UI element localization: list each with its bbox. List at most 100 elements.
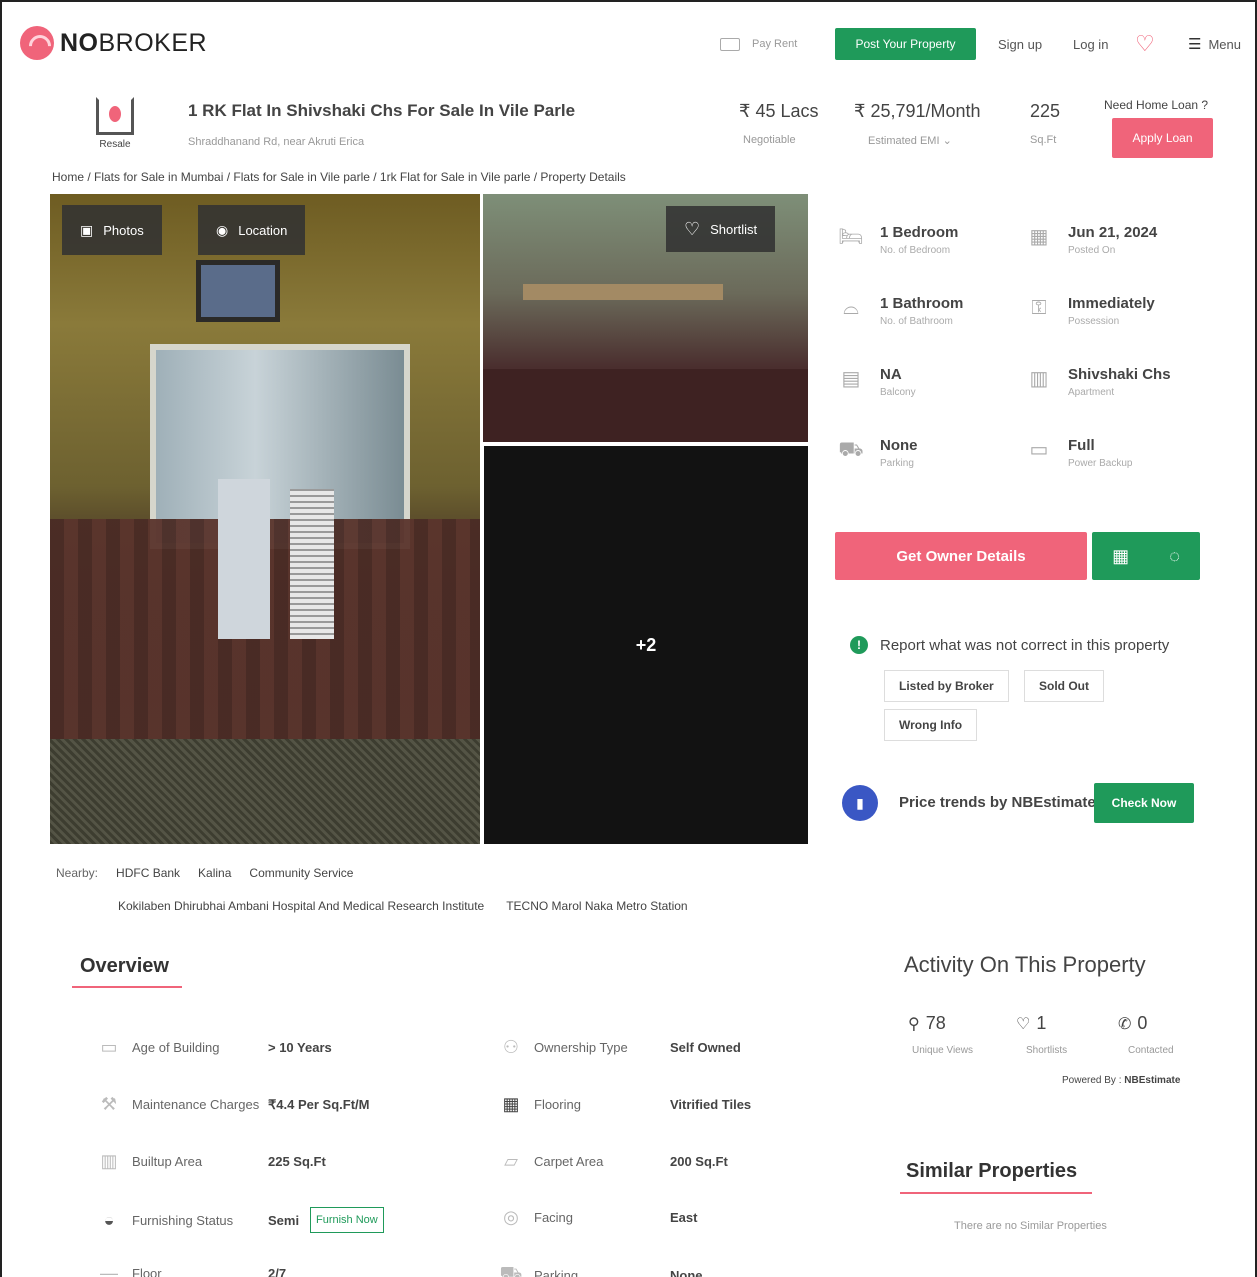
nearby-place[interactable]: Community Service xyxy=(249,866,353,880)
emi-dropdown[interactable]: Estimated EMI ⌄ xyxy=(868,134,952,147)
nearby-place[interactable]: Kokilaben Dhirubhai Ambani Hospital And … xyxy=(118,899,484,913)
spec-parking-label: Parking xyxy=(880,458,914,469)
spec-apartment-label: Apartment xyxy=(1068,387,1115,398)
compass-icon: ◉ xyxy=(216,221,229,238)
calendar-schedule-icon[interactable]: ▦ xyxy=(1112,546,1129,567)
carpet-icon: ▱ xyxy=(504,1151,518,1171)
spec-balcony-value: NA xyxy=(880,366,902,383)
spec-apartment: ▥ Shivshaki Chs Apartment xyxy=(1026,366,1171,398)
report-tag-wrong-info[interactable]: Wrong Info xyxy=(884,709,978,741)
car-icon: ⛟ xyxy=(838,439,864,461)
shortlist-button[interactable]: ♡ Shortlist xyxy=(666,206,776,252)
more-photos-count: +2 xyxy=(635,634,657,655)
overview-row-carpet: ▱ Carpet Area 200 Sq.Ft xyxy=(496,1151,728,1172)
heart-icon: ♡ xyxy=(684,218,701,239)
spec-possession-value: Immediately xyxy=(1068,295,1155,312)
nearby-place[interactable]: HDFC Bank xyxy=(116,866,180,880)
car-icon: ⛟ xyxy=(499,1263,523,1277)
emi-note: Estimated EMI xyxy=(868,135,940,147)
shortlist-heart-icon[interactable]: ♡ xyxy=(1135,28,1155,60)
floor-icon: — xyxy=(100,1263,118,1277)
nearby-place[interactable]: TECNO Marol Naka Metro Station xyxy=(506,899,687,913)
overview-row-maintenance: ⚒ Maintenance Charges ₹4.4 Per Sq.Ft/M xyxy=(94,1094,370,1115)
main-property-photo[interactable] xyxy=(50,194,480,844)
area-note: Sq.Ft xyxy=(1030,134,1057,146)
overview-value: Semi xyxy=(268,1212,300,1228)
spec-bedroom-label: No. of Bedroom xyxy=(880,245,951,256)
activity-shortlists: ♡ 1 xyxy=(1016,1013,1046,1034)
get-owner-details-button[interactable]: Get Owner Details xyxy=(835,532,1087,580)
overview-value: 200 Sq.Ft xyxy=(670,1154,728,1169)
overview-label: Maintenance Charges xyxy=(132,1097,260,1112)
overview-row-floor: — Floor 2/7 xyxy=(94,1263,286,1277)
kitchen-shelf xyxy=(523,284,723,300)
battery-icon: ▭ xyxy=(1029,439,1049,461)
spec-power-label: Power Backup xyxy=(1068,458,1133,469)
contacted-label: Contacted xyxy=(1128,1045,1174,1056)
report-tag-listed-by-broker[interactable]: Listed by Broker xyxy=(884,670,1009,702)
contacted-count: 0 xyxy=(1137,1013,1148,1033)
price-value: ₹ 45 Lacs xyxy=(739,101,819,121)
nearby-place[interactable]: Kalina xyxy=(198,866,231,880)
activity-title: Activity On This Property xyxy=(904,952,1146,977)
powered-by-label: Powered By : xyxy=(1062,1075,1122,1086)
sign-up-link[interactable]: Sign up xyxy=(998,28,1042,60)
menu-button[interactable]: ☰ Menu xyxy=(1188,28,1241,60)
air-cooler xyxy=(290,489,334,639)
nearby-label: Nearby: xyxy=(56,866,99,880)
spec-bathroom-value: 1 Bathroom xyxy=(880,295,964,312)
location-button[interactable]: ◉ Location xyxy=(198,205,306,255)
spec-bedroom-value: 1 Bedroom xyxy=(880,224,959,241)
activity-contacted: ✆ 0 xyxy=(1118,1013,1147,1034)
overview-value: ₹4.4 Per Sq.Ft/M xyxy=(268,1096,370,1112)
nearby-row-2: Kokilaben Dhirubhai Ambani Hospital And … xyxy=(118,899,688,913)
powered-by-value: NBEstimate xyxy=(1124,1075,1181,1086)
logo-icon xyxy=(20,26,54,60)
overview-label: Floor xyxy=(132,1266,162,1277)
apply-loan-button[interactable]: Apply Loan xyxy=(1112,118,1213,158)
more-photos-tile[interactable]: +2 xyxy=(484,446,808,844)
balcony-icon: ▤ xyxy=(841,368,861,390)
logo-text-bold: NO xyxy=(60,28,99,57)
property-address: Shraddhanand Rd, near Akruti Erica xyxy=(188,136,365,148)
pay-rent-label: Pay Rent xyxy=(752,38,798,50)
floor-area xyxy=(50,739,480,844)
chat-icon[interactable]: ◌ xyxy=(1169,546,1180,567)
user-icon: ⚲ xyxy=(908,1015,920,1033)
post-property-button[interactable]: Post Your Property xyxy=(835,28,976,60)
shortlists-count: 1 xyxy=(1036,1013,1047,1033)
report-tag-sold-out[interactable]: Sold Out xyxy=(1024,670,1104,702)
overview-underline xyxy=(72,986,182,988)
spec-balcony-label: Balcony xyxy=(880,387,916,398)
spec-balcony: ▤ NA Balcony xyxy=(838,366,916,398)
spec-bathroom-label: No. of Bathroom xyxy=(880,316,953,327)
ownership-icon: ⚇ xyxy=(502,1037,520,1057)
key-icon: ⚿ xyxy=(1031,297,1047,319)
overview-value: None xyxy=(670,1267,703,1277)
overview-row-facing: ◎ Facing East xyxy=(496,1207,697,1228)
sofa-icon: ◒ xyxy=(103,1209,115,1230)
activity-views: ⚲ 78 xyxy=(908,1013,946,1034)
pay-rent-link[interactable]: Pay Rent xyxy=(720,28,797,60)
menu-label: Menu xyxy=(1208,36,1241,52)
furnish-now-button[interactable]: Furnish Now xyxy=(310,1207,384,1233)
breadcrumb[interactable]: Home / Flats for Sale in Mumbai / Flats … xyxy=(52,170,626,184)
hamburger-icon: ☰ xyxy=(1188,36,1202,53)
camera-icon: ▣ xyxy=(80,221,94,238)
overview-row-ownership: ⚇ Ownership Type Self Owned xyxy=(496,1037,741,1058)
schedule-chat-group: ▦ ◌ xyxy=(1092,532,1200,580)
wall-frame xyxy=(196,260,280,322)
overview-value: Vitrified Tiles xyxy=(670,1097,752,1112)
card-icon xyxy=(720,37,740,51)
nobroker-logo[interactable]: NOBROKER xyxy=(20,26,207,60)
overview-row-flooring: ▦ Flooring Vitrified Tiles xyxy=(496,1094,751,1115)
check-now-button[interactable]: Check Now xyxy=(1094,783,1194,823)
house-icon xyxy=(96,97,134,135)
overview-title: Overview xyxy=(80,955,169,977)
photos-button[interactable]: ▣ Photos xyxy=(62,205,162,255)
info-icon: ! xyxy=(850,636,868,654)
spec-power-backup: ▭ Full Power Backup xyxy=(1026,437,1133,469)
overview-row-age: ▭ Age of Building > 10 Years xyxy=(94,1037,331,1058)
log-in-link[interactable]: Log in xyxy=(1073,28,1108,60)
nearby-row: Nearby: HDFC Bank Kalina Community Servi… xyxy=(56,866,353,880)
